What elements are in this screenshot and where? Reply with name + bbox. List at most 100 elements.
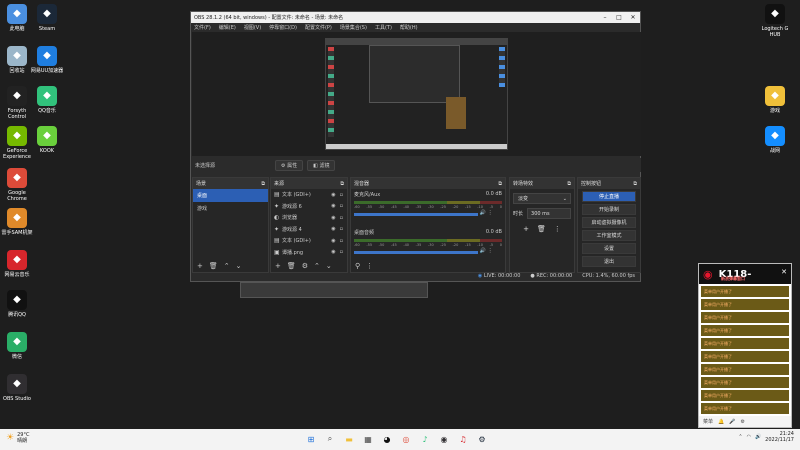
dock-float-icon[interactable]: ⧉ <box>633 181 637 187</box>
trash-icon[interactable]: 🗑 <box>537 225 546 233</box>
desktop-icon[interactable]: ◆ QQ音乐 <box>30 86 64 114</box>
speaker-icon[interactable]: 🔊 <box>480 248 486 254</box>
desktop-icon[interactable]: ◆ 腾讯QQ <box>0 290 34 318</box>
eye-icon[interactable]: ◉ <box>331 249 335 255</box>
close-icon[interactable]: ✕ <box>626 14 640 21</box>
desktop-icon[interactable]: ◆ 此电脑 <box>0 4 34 32</box>
chevron-up-icon[interactable]: ⌃ <box>314 262 320 270</box>
desktop-icon[interactable]: ◆ Steam <box>30 4 64 32</box>
start-recording-button[interactable]: 开始录制 <box>582 204 636 215</box>
menu-profile[interactable]: 配置文件(P) <box>305 24 332 31</box>
source-item[interactable]: ▤ 文本 (GDI+) ◉ ▫ <box>271 189 347 201</box>
studio-mode-button[interactable]: 工作室模式 <box>582 230 636 241</box>
lock-icon[interactable]: ▫ <box>340 215 343 221</box>
add-icon[interactable]: + <box>275 262 281 270</box>
weibo-message[interactable]: 菜单用户开播了 <box>701 312 789 323</box>
filters-button[interactable]: ◧ 滤镜 <box>307 159 336 171</box>
qq-icon[interactable]: ◕ <box>380 432 394 446</box>
desktop-icon[interactable]: ◆ 战网 <box>758 126 792 154</box>
obs-icon[interactable]: ◉ <box>437 432 451 446</box>
desktop-icon[interactable]: ◆ Google Chrome <box>0 168 34 202</box>
duration-input[interactable]: 300 ms <box>527 208 571 219</box>
close-icon[interactable]: ✕ <box>781 268 787 276</box>
dock-float-icon[interactable]: ⧉ <box>567 181 571 187</box>
weibo-message[interactable]: 菜单用户开播了 <box>701 299 789 310</box>
lock-icon[interactable]: ▫ <box>340 203 343 209</box>
weibo-footer-label[interactable]: 菜单 <box>703 418 713 425</box>
desktop-icon[interactable]: ◆ OBS Studio <box>0 374 34 402</box>
preview-canvas[interactable] <box>192 32 641 156</box>
desktop-icon[interactable]: ◆ 游戏 <box>758 86 792 114</box>
menu-view[interactable]: 视图(V) <box>244 24 261 31</box>
eye-icon[interactable]: ◉ <box>331 215 335 221</box>
settings-icon[interactable]: ⚙ <box>740 419 744 425</box>
search-icon[interactable]: ⌕ <box>323 432 337 446</box>
weibo-header[interactable]: ◉ K118- 新浪弹幕窗口 ✕ <box>699 264 791 284</box>
more-icon[interactable]: ⋮ <box>366 262 373 270</box>
menu-scene-collection[interactable]: 场景集合(S) <box>340 24 367 31</box>
source-item[interactable]: ✦ 游戏源 6 ◉ ▫ <box>271 201 347 213</box>
menu-docks[interactable]: 停靠窗口(D) <box>269 24 297 31</box>
gear-icon[interactable]: ⚙ <box>302 262 308 270</box>
more-icon[interactable]: ⋮ <box>554 225 561 233</box>
eye-icon[interactable]: ◉ <box>331 226 335 232</box>
source-item[interactable]: ▤ 文本 (GDI+) ◉ ▫ <box>271 235 347 247</box>
desktop-icon[interactable]: ◆ 回收站 <box>0 46 34 74</box>
obs-titlebar[interactable]: OBS 28.1.2 (64 bit, windows) - 配置文件: 未命名… <box>191 12 640 23</box>
chevron-up-icon[interactable]: ⌃ <box>224 262 230 270</box>
weibo-message[interactable]: 菜单用户开播了 <box>701 390 789 401</box>
scene-item[interactable]: 游戏 <box>193 202 268 215</box>
stop-streaming-button[interactable]: 停止直播 <box>582 191 636 202</box>
wifi-icon[interactable]: ◠ <box>747 434 751 440</box>
minimize-icon[interactable]: – <box>598 14 612 21</box>
transition-select[interactable]: 淡变 ⌄ <box>513 193 571 204</box>
file-explorer-icon[interactable]: ▬ <box>342 432 356 446</box>
weather-widget[interactable]: ☀ 29°C 晴朗 <box>6 432 29 444</box>
more-icon[interactable]: ⋮ <box>488 210 493 216</box>
desktop-icon[interactable]: ◆ Logitech G HUB <box>758 4 792 38</box>
properties-button[interactable]: ⚙ 属性 <box>275 159 304 171</box>
desktop-icon[interactable]: ◆ 网易UU加速器 <box>30 46 64 74</box>
store-icon[interactable]: ▦ <box>361 432 375 446</box>
link-icon[interactable]: ⚲ <box>355 262 360 270</box>
source-item[interactable]: ✦ 游戏源 4 ◉ ▫ <box>271 224 347 236</box>
scene-item[interactable]: 桌面 <box>193 189 268 202</box>
netease-music-icon[interactable]: ♫ <box>456 432 470 446</box>
volume-slider[interactable] <box>354 251 479 254</box>
clock-date[interactable]: 2022/11/17 <box>765 437 794 443</box>
weibo-message[interactable]: 菜单用户开播了 <box>701 325 789 336</box>
desktop-icon[interactable]: ◆ 网易云音乐 <box>0 250 34 278</box>
eye-icon[interactable]: ◉ <box>331 192 335 198</box>
mic-icon[interactable]: 🎤 <box>729 419 735 425</box>
steam-icon[interactable]: ⚙ <box>475 432 489 446</box>
weibo-message[interactable]: 菜单用户开播了 <box>701 286 789 297</box>
lock-icon[interactable]: ▫ <box>340 249 343 255</box>
weibo-message[interactable]: 菜单用户开播了 <box>701 403 789 414</box>
desktop-icon[interactable]: ◆ 雷手SAM机架 <box>0 208 34 236</box>
dock-float-icon[interactable]: ⧉ <box>261 181 265 187</box>
trash-icon[interactable]: 🗑 <box>209 262 218 270</box>
windows-start-icon[interactable]: ⊞ <box>304 432 318 446</box>
source-item[interactable]: ◐ 浏览器 ◉ ▫ <box>271 212 347 224</box>
menu-edit[interactable]: 编辑(E) <box>219 24 236 31</box>
chrome-icon[interactable]: ◎ <box>399 432 413 446</box>
more-icon[interactable]: ⋮ <box>488 248 493 254</box>
add-icon[interactable]: + <box>197 262 203 270</box>
weibo-message[interactable]: 菜单用户开播了 <box>701 351 789 362</box>
dock-float-icon[interactable]: ⧉ <box>498 181 502 187</box>
chevron-down-icon[interactable]: ⌄ <box>326 262 332 270</box>
exit-button[interactable]: 退出 <box>582 256 636 267</box>
speaker-icon[interactable]: 🔊 <box>755 434 761 440</box>
qq-music-icon[interactable]: ♪ <box>418 432 432 446</box>
weibo-message[interactable]: 菜单用户开播了 <box>701 364 789 375</box>
chevron-up-icon[interactable]: ⌃ <box>738 434 742 440</box>
desktop-icon[interactable]: ◆ GeForce Experience <box>0 126 34 160</box>
eye-icon[interactable]: ◉ <box>331 238 335 244</box>
lock-icon[interactable]: ▫ <box>340 192 343 198</box>
maximize-icon[interactable]: □ <box>612 14 626 21</box>
menu-tools[interactable]: 工具(T) <box>375 24 392 31</box>
settings-button[interactable]: 设置 <box>582 243 636 254</box>
notification-icon[interactable]: 🔔 <box>718 419 724 425</box>
desktop-icon[interactable]: ◆ 微信 <box>0 332 34 360</box>
add-icon[interactable]: + <box>523 225 529 233</box>
